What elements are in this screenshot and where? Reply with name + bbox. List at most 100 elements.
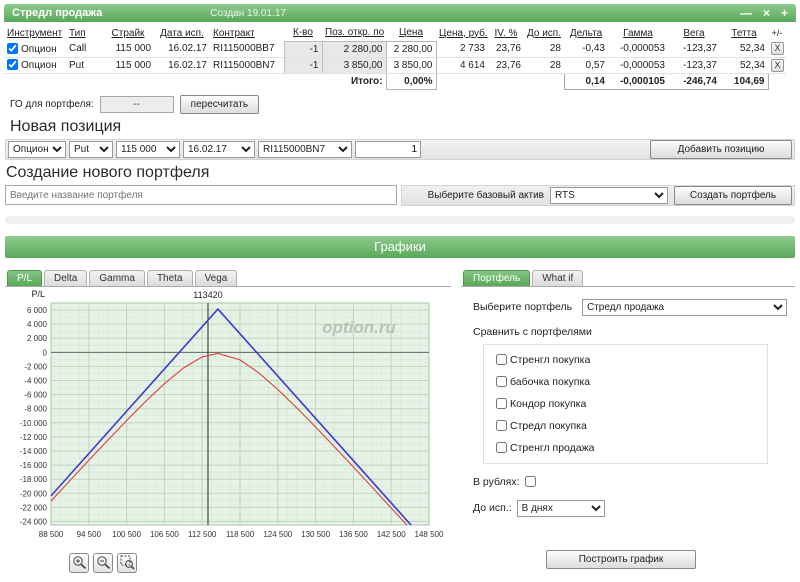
tab-theta[interactable]: Theta <box>147 270 193 286</box>
svg-text:-4 000: -4 000 <box>24 376 47 385</box>
tab-vega[interactable]: Vega <box>195 270 238 286</box>
zoom-out-icon[interactable] <box>93 553 113 573</box>
portfolio-select-row: Выберите портфель Стредл продажа <box>473 299 789 316</box>
compare-item[interactable]: Стредл покупка <box>496 420 755 432</box>
col-header-gamma[interactable]: Гамма <box>608 25 668 41</box>
cell-qty: -1 <box>284 41 322 57</box>
remove-row-button[interactable]: X <box>771 42 784 55</box>
tab-whatif[interactable]: What if <box>532 270 583 286</box>
col-header-pricerub[interactable]: Цена, руб. <box>436 25 488 41</box>
cell-instrument: Опцион <box>21 44 57 55</box>
rubles-label: В рублях: <box>473 476 520 488</box>
cell-theta: 52,34 <box>720 57 768 73</box>
cell-days: 28 <box>524 57 564 73</box>
tab-delta[interactable]: Delta <box>44 270 87 286</box>
compare-checkbox[interactable] <box>496 398 507 409</box>
svg-text:-10 000: -10 000 <box>20 418 48 427</box>
cell-strike: 115 000 <box>102 41 154 57</box>
compare-item-label: Стренгл продажа <box>510 442 594 454</box>
rubles-row: В рублях: <box>473 476 789 488</box>
option-type-select[interactable]: Put <box>69 141 113 158</box>
row-enabled-checkbox[interactable] <box>7 59 18 70</box>
col-header-contract[interactable]: Контракт <box>210 25 284 41</box>
col-header-instrument[interactable]: Инструмент <box>4 25 66 41</box>
tab-portfolio[interactable]: Портфель <box>463 270 530 286</box>
compare-item[interactable]: Стренгл покупка <box>496 354 755 366</box>
new-portfolio-bar: Выберите базовый актив RTS Создать портф… <box>5 185 795 206</box>
col-header-type[interactable]: Тип <box>66 25 102 41</box>
base-asset-area: Выберите базовый актив RTS Создать портф… <box>401 185 795 206</box>
cell-delta: -0,43 <box>564 41 608 57</box>
portfolio-name-input[interactable] <box>5 185 397 205</box>
compare-checkbox[interactable] <box>496 420 507 431</box>
cell-vega: -123,37 <box>668 41 720 57</box>
cell-openpos: 3 850,00 <box>322 57 386 73</box>
contract-select[interactable]: RI115000BN7 <box>258 141 352 158</box>
svg-text:-16 000: -16 000 <box>20 461 48 470</box>
compare-checkbox[interactable] <box>496 376 507 387</box>
close-icon[interactable]: × <box>763 7 770 19</box>
compare-item[interactable]: Стренгл продажа <box>496 442 755 454</box>
col-header-openpos[interactable]: Поз. откр. по <box>322 25 386 41</box>
cell-type: Put <box>66 57 102 73</box>
row-enabled-checkbox[interactable] <box>7 43 18 54</box>
tab-gamma[interactable]: Gamma <box>89 270 145 286</box>
new-portfolio-heading: Создание нового портфеля <box>6 164 800 182</box>
add-icon[interactable]: + <box>781 7 788 19</box>
col-header-vega[interactable]: Вега <box>668 25 720 41</box>
instrument-select[interactable]: Опцион <box>8 141 66 158</box>
build-chart-button[interactable]: Построить график <box>546 550 696 569</box>
col-header-plusminus: +/- <box>768 25 786 41</box>
totals-row: Итого: 0,00% 0,14 -0,000105 -246,74 104,… <box>4 73 786 89</box>
svg-text:148 500: 148 500 <box>415 530 444 539</box>
col-header-iv[interactable]: IV. % <box>488 25 524 41</box>
compare-item[interactable]: Кондор покупка <box>496 398 755 410</box>
days-select[interactable]: В днях <box>517 500 605 517</box>
compare-item[interactable]: бабочка покупка <box>496 376 755 388</box>
tab-pl[interactable]: P/L <box>7 270 42 286</box>
svg-text:100 500: 100 500 <box>112 530 141 539</box>
portfolio-select[interactable]: Стредл продажа <box>582 299 787 316</box>
svg-text:118 500: 118 500 <box>226 530 255 539</box>
svg-text:-22 000: -22 000 <box>20 503 48 512</box>
compare-checkbox[interactable] <box>496 442 507 453</box>
svg-text:4 000: 4 000 <box>27 320 48 329</box>
col-header-strike[interactable]: Страйк <box>102 25 154 41</box>
charts-section-header: Графики <box>5 236 795 258</box>
add-position-button[interactable]: Добавить позицию <box>650 140 792 159</box>
cell-qty: -1 <box>284 57 322 73</box>
cell-pricerub: 2 733 <box>436 41 488 57</box>
strike-select[interactable]: 115 000 <box>116 141 180 158</box>
create-portfolio-button[interactable]: Создать портфель <box>674 186 792 205</box>
quantity-input[interactable] <box>355 141 421 158</box>
cell-expdate: 16.02.17 <box>154 57 210 73</box>
zoom-window-icon[interactable] <box>117 553 137 573</box>
cell-expdate: 16.02.17 <box>154 41 210 57</box>
compare-checkbox[interactable] <box>496 354 507 365</box>
svg-text:106 500: 106 500 <box>150 530 179 539</box>
col-header-theta[interactable]: Тетта <box>720 25 768 41</box>
svg-text:-20 000: -20 000 <box>20 489 48 498</box>
col-header-price[interactable]: Цена <box>386 25 436 41</box>
remove-row-button[interactable]: X <box>771 59 784 72</box>
minimize-icon[interactable]: — <box>740 7 752 19</box>
col-header-expdate[interactable]: Дата исп. <box>154 25 210 41</box>
svg-text:88 500: 88 500 <box>39 530 64 539</box>
col-header-delta[interactable]: Дельта <box>564 25 608 41</box>
col-header-days[interactable]: До исп. <box>524 25 564 41</box>
zoom-controls <box>69 553 451 573</box>
svg-text:-12 000: -12 000 <box>20 432 48 441</box>
window-created-date: Создан 19.01.17 <box>210 8 286 19</box>
recalculate-button[interactable]: пересчитать <box>180 95 259 114</box>
svg-text:2 000: 2 000 <box>27 334 48 343</box>
expiry-select[interactable]: 16.02.17 <box>183 141 255 158</box>
days-row: До исп.: В днях <box>473 500 789 517</box>
col-header-qty[interactable]: К-во <box>284 25 322 41</box>
compare-item-label: бабочка покупка <box>510 376 590 388</box>
zoom-in-icon[interactable] <box>69 553 89 573</box>
cell-iv: 23,76 <box>488 57 524 73</box>
compare-item-label: Стренгл покупка <box>510 354 590 366</box>
base-asset-select[interactable]: RTS <box>550 187 668 204</box>
compare-item-label: Кондор покупка <box>510 398 586 410</box>
rubles-checkbox[interactable] <box>525 476 536 487</box>
